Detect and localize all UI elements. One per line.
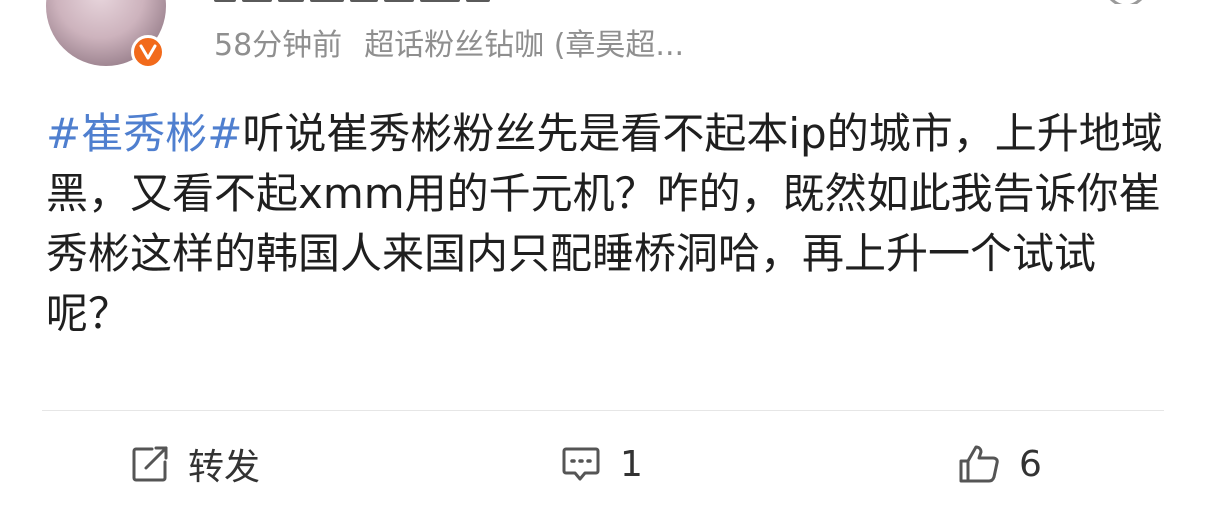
more-menu-icon[interactable] — [1106, 0, 1146, 4]
post-source[interactable]: 超话粉丝钻咖 (章昊超... — [364, 28, 684, 63]
like-count: 6 — [1019, 443, 1042, 485]
username-cropped[interactable] — [214, 0, 544, 6]
comment-count: 1 — [620, 443, 643, 485]
comment-icon — [562, 447, 600, 481]
post-content: #崔秀彬#听说崔秀彬粉丝先是看不起本ip的城市，上升地域黑，又看不起xmm用的千… — [46, 104, 1166, 344]
post-timestamp: 58分钟前 — [214, 28, 343, 63]
divider — [42, 410, 1164, 411]
topic-link[interactable]: #崔秀彬# — [46, 109, 242, 158]
like-button[interactable]: 6 — [957, 436, 1042, 492]
repost-icon — [132, 446, 168, 482]
post-meta: 58分钟前 超话粉丝钻咖 (章昊超... — [214, 24, 684, 68]
thumbs-up-icon — [959, 445, 999, 483]
repost-label: 转发 — [188, 447, 261, 488]
comment-button[interactable]: 1 — [560, 436, 643, 492]
repost-button[interactable]: 转发 — [130, 436, 260, 492]
verified-badge-icon — [131, 35, 165, 69]
